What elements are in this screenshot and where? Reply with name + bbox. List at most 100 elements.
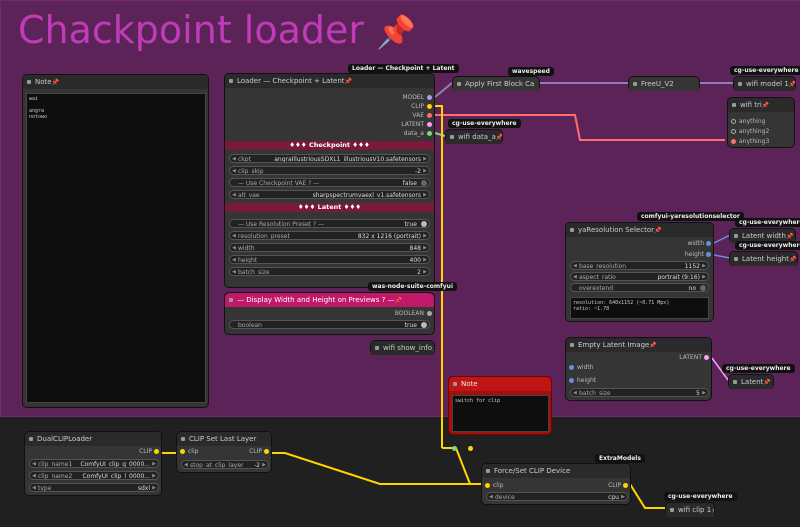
note2-title[interactable]: Note (449, 377, 551, 391)
pin-icon: 📌 (649, 342, 657, 349)
force-clip-title[interactable]: Force/Set CLIP Device (482, 464, 630, 478)
input-clip-dot[interactable] (180, 449, 185, 454)
device-combo[interactable]: ◀ device cpu ▶ (486, 492, 628, 501)
note-textarea[interactable]: wai angra notowo (26, 93, 206, 403)
first-block-title-text: Apply First Block Ca (465, 80, 535, 88)
clip1-value: ComfyUI_clip_g_0000... (80, 461, 150, 468)
stop-at-clip-layer-number[interactable]: ◀ stop_at_clip_layer -2 ▶ (181, 460, 269, 469)
latent-out-node[interactable]: Latent📌 (728, 374, 774, 389)
output-data-dot[interactable] (427, 131, 432, 136)
output-clip: CLIP (411, 103, 424, 110)
wifi-clip-node[interactable]: wifi clip 1📌 (665, 502, 715, 517)
aspect-ratio-combo[interactable]: ◀ aspect_ratio portrait (9:16) ▶ (570, 272, 709, 281)
note-node-title[interactable]: Note📌 (23, 75, 208, 89)
chevron-left-icon: ◀ (232, 168, 236, 174)
latent-out-title-text: Latent (741, 378, 764, 386)
width-number[interactable]: ◀ width 848 ▶ (229, 243, 430, 252)
alt-vae-value: sharpspectrumvaexl_v1.safetensors (312, 192, 421, 199)
latent-height-title[interactable]: Latent height📌 (730, 252, 797, 266)
loader-node[interactable]: Loader — Checkpoint + Latent📌 MODEL CLIP… (224, 73, 435, 288)
ckpt-combo[interactable]: ◀ ckpt angraIllustriousSDXL1_illustriousV1… (229, 154, 430, 163)
resolution-preset-combo[interactable]: ◀ resolution_preset 832 x 1216 (portrait) ▶ (229, 231, 430, 240)
reroute-dot-clip[interactable] (468, 446, 473, 451)
input-anything3-dot[interactable] (731, 139, 736, 144)
empty-latent-title[interactable]: Empty Latent Image📌 (566, 338, 711, 352)
clip-name1-combo[interactable]: ◀ clip_name1 ComfyUI_clip_g_0000... ▶ (29, 459, 159, 468)
output-height-dot[interactable] (706, 252, 711, 257)
latent-height-node[interactable]: Latent height📌 (729, 251, 798, 266)
output-model-dot[interactable] (427, 95, 432, 100)
batch-size-number[interactable]: ◀ batch_size 2 ▶ (229, 267, 430, 276)
latent-out-title[interactable]: Latent📌 (729, 375, 773, 389)
output-width-dot[interactable] (706, 241, 711, 246)
clip-last-node[interactable]: CLIP Set Last Layer clip CLIP ◀ stop_at_c… (176, 431, 272, 473)
dual-clip-title[interactable]: DualCLIPLoader (25, 432, 161, 446)
output-clip-dot[interactable] (264, 449, 269, 454)
wifi-tri-node[interactable]: wifi tri📌 anything anything2 anything3 (727, 97, 795, 148)
chevron-left-icon: ◀ (232, 245, 236, 251)
input-clip: clip (493, 482, 504, 489)
wifi-model-node[interactable]: wifi model 1📌 (733, 76, 796, 91)
section-latent: ♦♦♦ Latent ♦♦♦ (225, 203, 434, 212)
boolean-toggle[interactable]: boolean true (229, 320, 430, 329)
output-model: MODEL (402, 94, 424, 101)
use-vae-value: false (402, 180, 417, 187)
input-clip-dot[interactable] (485, 483, 490, 488)
input-width-dot[interactable] (569, 365, 574, 370)
res-preset-value: 832 x 1216 (portrait) (357, 233, 421, 240)
alt-vae-combo[interactable]: ◀ alt_vae sharpspectrumvaexl_v1.safetensor… (229, 190, 430, 199)
loader-node-title[interactable]: Loader — Checkpoint + Latent📌 (225, 74, 434, 88)
type-combo[interactable]: ◀ type sdxl ▶ (29, 483, 159, 492)
clip-skip-number[interactable]: ◀ clip_skip -2 ▶ (229, 166, 430, 175)
use-res-value: true (404, 221, 417, 228)
node-graph-canvas[interactable]: Chackpoint loader 📌 Note📌 wai angra noto… (0, 0, 800, 527)
input-anything2-dot[interactable] (731, 129, 736, 134)
use-resolution-preset-toggle[interactable]: — Use Resolution Preset ? — true (229, 219, 430, 228)
latent-batch-number[interactable]: ◀ batch_size 5 ▶ (570, 388, 709, 397)
first-block-title[interactable]: Apply First Block Ca (453, 77, 539, 91)
overextend-toggle[interactable]: overextend no (570, 283, 709, 292)
height-number[interactable]: ◀ height 400 ▶ (229, 255, 430, 264)
chevron-left-icon: ◀ (32, 461, 36, 467)
display-node-title[interactable]: — Display Width and Height on Previews ?… (225, 293, 434, 307)
note2-textarea[interactable]: switch for clip (452, 395, 549, 432)
reroute-dot[interactable] (452, 446, 457, 451)
output-vae-dot[interactable] (427, 113, 432, 118)
note2-node[interactable]: Note switch for clip (448, 376, 552, 435)
freeu-node[interactable]: FreeU_V2 (628, 76, 700, 91)
output-boolean-dot[interactable] (427, 311, 432, 316)
use-checkpoint-vae-toggle[interactable]: — Use Checkpoint VAE ? — false (229, 178, 430, 187)
display-node[interactable]: — Display Width and Height on Previews ?… (224, 292, 435, 335)
output-clip-dot[interactable] (623, 483, 628, 488)
force-clip-node[interactable]: Force/Set CLIP Device clip CLIP ◀ device c… (481, 463, 631, 505)
wifi-model-title-text: wifi model 1 (746, 80, 789, 88)
clip-name2-combo[interactable]: ◀ clip_name2 ComfyUI_clip_l_0000... ▶ (29, 471, 159, 480)
base-resolution-number[interactable]: ◀ base_resolution 1152 ▶ (570, 261, 709, 270)
output-clip-dot[interactable] (154, 449, 159, 454)
ya-res-node[interactable]: yaResolution Selector📌 width height ◀ bas… (565, 222, 714, 322)
first-block-node[interactable]: Apply First Block Ca (452, 76, 540, 91)
ya-res-title[interactable]: yaResolution Selector📌 (566, 223, 713, 237)
wifi-data-title[interactable]: wifi data_a📌 (446, 130, 502, 144)
chevron-right-icon: ▶ (423, 257, 427, 263)
wifi-model-title[interactable]: wifi model 1📌 (734, 77, 795, 91)
dual-clip-node[interactable]: DualCLIPLoader CLIP ◀ clip_name1 ComfyUI_c… (24, 431, 162, 496)
loader-title-text: Loader — Checkpoint + Latent (237, 77, 345, 85)
note-node[interactable]: Note📌 wai angra notowo (22, 74, 209, 408)
wifi-show-title[interactable]: wifi show_info📌 (371, 341, 434, 355)
output-clip-dot[interactable] (427, 104, 432, 109)
pin-icon: 📌 (785, 233, 794, 240)
output-latent-dot[interactable] (427, 122, 432, 127)
input-height-dot[interactable] (569, 378, 574, 383)
clip-last-title[interactable]: CLIP Set Last Layer (177, 432, 271, 446)
wifi-data-node[interactable]: wifi data_a📌 (445, 129, 503, 144)
wifi-tri-title[interactable]: wifi tri📌 (728, 98, 794, 112)
freeu-title[interactable]: FreeU_V2 (629, 77, 699, 91)
wifi-clip-title[interactable]: wifi clip 1📌 (666, 503, 714, 517)
force-clip-badge: ExtraModels (595, 454, 645, 463)
empty-latent-node[interactable]: Empty Latent Image📌 LATENT width height … (565, 337, 712, 401)
wifi-show-node[interactable]: wifi show_info📌 (370, 340, 435, 355)
output-latent-dot[interactable] (704, 355, 709, 360)
output-boolean: BOOLEAN (394, 310, 424, 317)
input-anything-dot[interactable] (731, 119, 736, 124)
